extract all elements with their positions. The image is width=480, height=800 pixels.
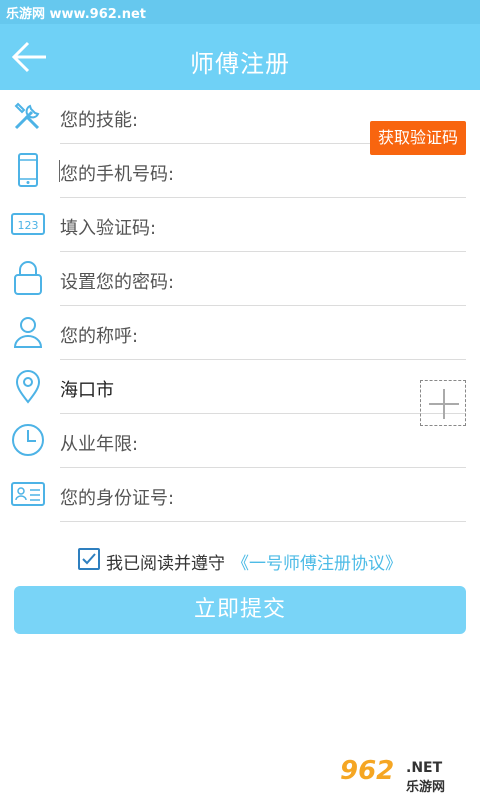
submit-button[interactable]: 立即提交: [14, 586, 466, 634]
watermark-net: .NET: [406, 760, 443, 776]
nickname-field[interactable]: 您的称呼:: [60, 306, 466, 360]
id-number-label: 您的身份证号:: [60, 488, 175, 509]
status-bar: 乐游网 www.962.net: [0, 0, 480, 24]
agree-checkbox[interactable]: [78, 548, 100, 570]
watermark-sub: 乐游网: [406, 780, 446, 795]
password-row[interactable]: 设置您的密码:: [0, 252, 480, 306]
location-row[interactable]: 海口市: [0, 360, 480, 414]
clock-icon: [10, 422, 46, 458]
watermark-logo-number: 962: [340, 756, 395, 786]
verify-code-field[interactable]: 填入验证码:: [60, 198, 466, 252]
phone-icon: [10, 152, 46, 188]
years-label: 从业年限:: [60, 434, 139, 455]
location-pin-icon: [10, 368, 46, 404]
phone-label: 您的手机号码:: [60, 164, 175, 185]
id-number-field[interactable]: 您的身份证号:: [60, 468, 466, 522]
get-code-button[interactable]: 获取验证码: [370, 121, 466, 155]
page-title: 师傅注册: [190, 50, 290, 78]
agreement-text: 我已阅读并遵守: [106, 554, 225, 574]
checkmark-icon: [82, 553, 96, 565]
agreement-link[interactable]: 《一号师傅注册协议》: [232, 549, 402, 574]
svg-text:123: 123: [18, 219, 39, 232]
watermark-logo: 962 .NET 乐游网: [340, 756, 472, 795]
id-card-icon: [10, 476, 46, 512]
location-field[interactable]: 海口市: [60, 360, 466, 414]
password-field[interactable]: 设置您的密码:: [60, 252, 466, 306]
nickname-row[interactable]: 您的称呼:: [0, 306, 480, 360]
skills-label: 您的技能:: [60, 110, 139, 131]
password-label: 设置您的密码:: [60, 272, 175, 293]
location-value: 海口市: [60, 380, 114, 401]
nickname-label: 您的称呼:: [60, 326, 139, 347]
plus-icon[interactable]: [420, 380, 466, 426]
years-row[interactable]: 从业年限:: [0, 414, 480, 468]
tools-icon: [10, 98, 46, 134]
app-bar: 师傅注册: [0, 24, 480, 90]
years-field[interactable]: 从业年限:: [60, 414, 466, 468]
id-number-row[interactable]: 您的身份证号:: [0, 468, 480, 522]
user-icon: [10, 314, 46, 350]
lock-icon: [10, 260, 46, 296]
verify-code-label: 填入验证码:: [60, 218, 157, 239]
code-123-icon: 123: [10, 206, 46, 242]
watermark-text: 乐游网 www.962.net: [6, 7, 147, 22]
verify-code-row[interactable]: 123 填入验证码:: [0, 198, 480, 252]
